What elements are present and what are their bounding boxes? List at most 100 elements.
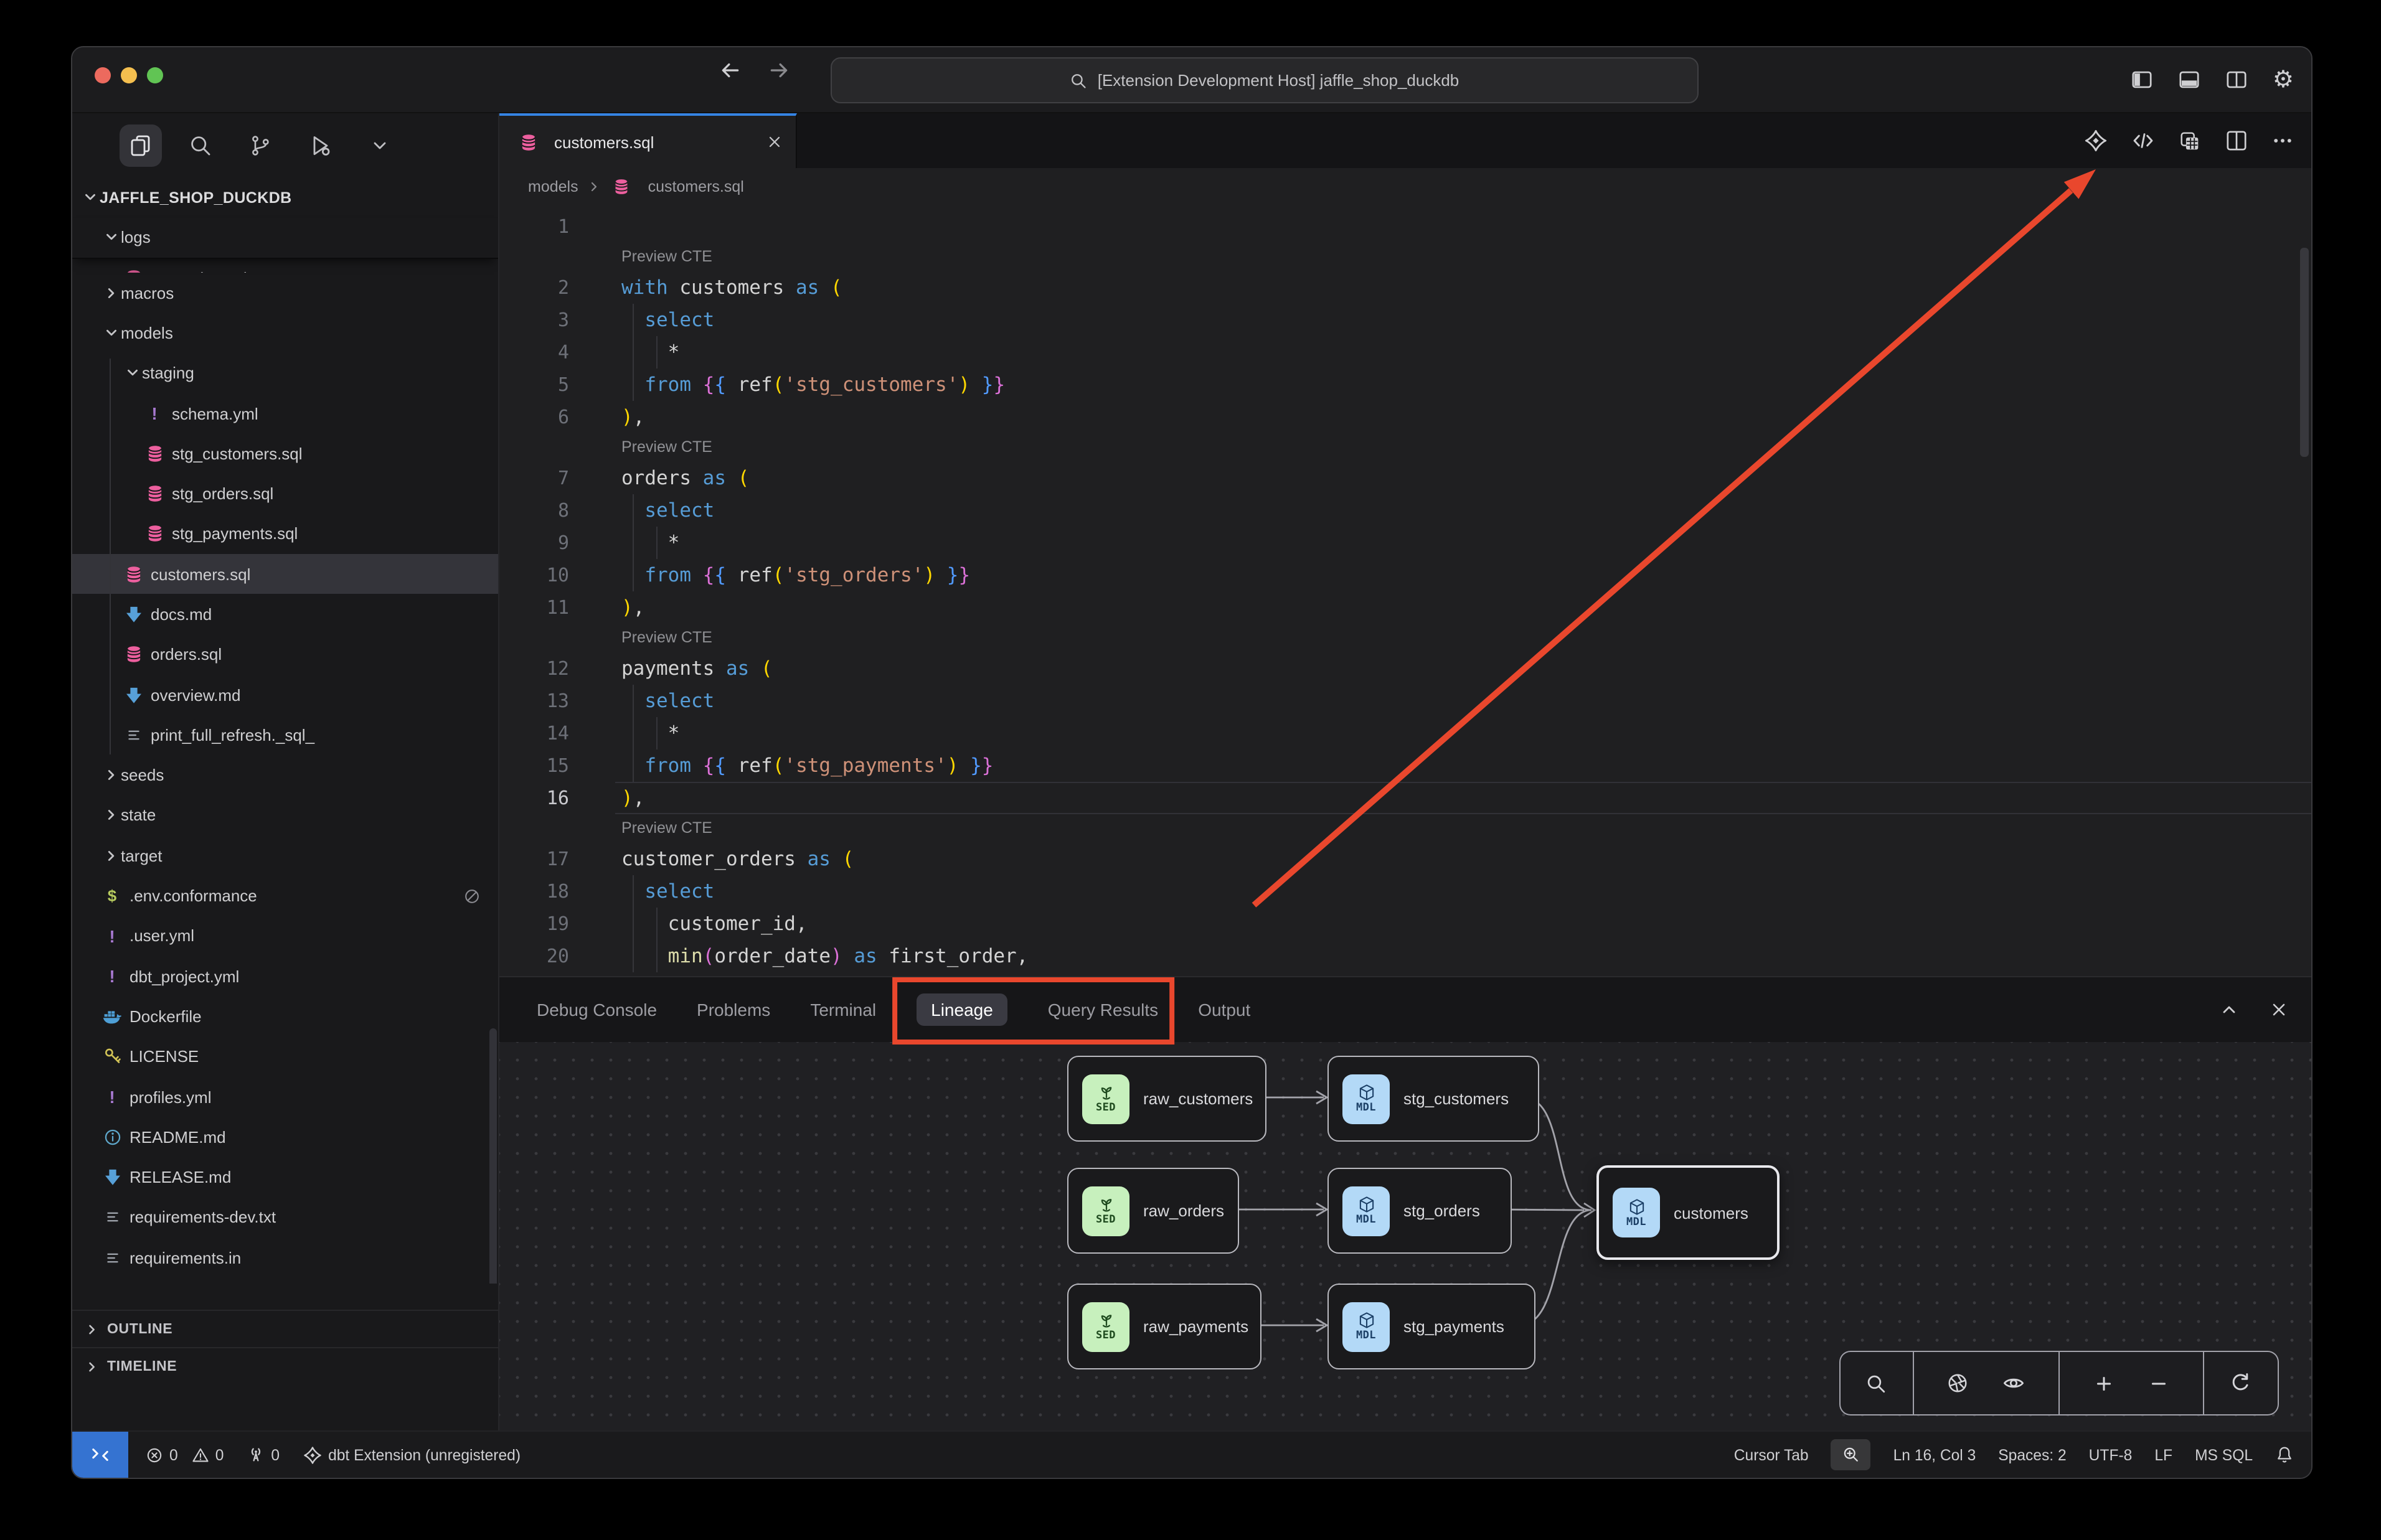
minimize-window-button[interactable] (121, 67, 137, 83)
lineage-zoom-out-icon[interactable] (2148, 1373, 2169, 1394)
notifications-bell-icon[interactable] (2275, 1445, 2294, 1464)
code-line-13[interactable]: 13 select (499, 685, 2311, 717)
code-line-12[interactable]: 12payments as ( (499, 652, 2311, 685)
lineage-eye-icon[interactable] (2002, 1372, 2025, 1394)
code-line-2[interactable]: 2with customers as ( (499, 271, 2311, 304)
lineage-search-icon[interactable] (1866, 1373, 1887, 1394)
back-arrow-icon[interactable] (720, 60, 741, 81)
panel-tab-problems[interactable]: Problems (697, 1000, 770, 1020)
code-line-19[interactable]: 19 customer_id, (499, 908, 2311, 940)
toggle-sidebar-icon[interactable] (2131, 68, 2153, 91)
lineage-canvas[interactable]: SEDraw_customersMDLstg_customersSEDraw_o… (499, 1042, 2311, 1430)
split-editor-icon[interactable] (2225, 129, 2248, 152)
command-center-search[interactable]: [Extension Development Host] jaffle_shop… (831, 57, 1699, 103)
tree-item-staging[interactable]: staging (72, 353, 498, 393)
breadcrumb-folder[interactable]: models (528, 178, 578, 195)
tree-item-requirements-in[interactable]: requirements.in (72, 1237, 498, 1278)
tree-item-query-log-sql[interactable]: query_log.sql (72, 259, 498, 273)
tab-customers-sql[interactable]: customers.sql (499, 113, 797, 168)
codelens-preview-cte[interactable]: Preview CTE (499, 624, 2311, 652)
lineage-aperture-icon[interactable] (1946, 1372, 1969, 1394)
close-window-button[interactable] (95, 67, 111, 83)
code-line-8[interactable]: 8 select (499, 494, 2311, 527)
settings-gear-icon[interactable]: ⚙ (2273, 68, 2294, 92)
code-line-5[interactable]: 5 from {{ ref('stg_customers') }} (499, 369, 2311, 401)
code-line-4[interactable]: 4 * (499, 336, 2311, 369)
search-sidebar-icon[interactable] (179, 124, 222, 167)
tree-item-overview-md[interactable]: overview.md (72, 675, 498, 715)
remote-indicator[interactable] (72, 1432, 128, 1478)
code-line-16[interactable]: 16), (499, 782, 2311, 814)
tree-item-profiles-yml[interactable]: !profiles.yml (72, 1077, 498, 1117)
dbt-extension-icon[interactable] (2083, 128, 2108, 153)
eol-status[interactable]: LF (2154, 1446, 2172, 1463)
tree-item-stg-payments-sql[interactable]: stg_payments.sql (72, 514, 498, 555)
tree-item-requirements-txt[interactable]: requirements.txt (72, 1278, 498, 1284)
tree-item-stg-orders-sql[interactable]: stg_orders.sql (72, 474, 498, 514)
breadcrumb[interactable]: models customers.sql (499, 168, 2311, 205)
tree-item-requirements-dev-txt[interactable]: requirements-dev.txt (72, 1198, 498, 1238)
dbt-extension-status[interactable]: dbt Extension (unregistered) (302, 1445, 521, 1465)
code-line-20[interactable]: 20 min(order_date) as first_order, (499, 940, 2311, 972)
panel-maximize-chevron-icon[interactable] (2219, 1000, 2239, 1020)
tree-item-release-md[interactable]: RELEASE.md (72, 1157, 498, 1198)
query-preview-icon[interactable] (2178, 129, 2202, 153)
panel-tab-lineage[interactable]: Lineage (916, 993, 1008, 1026)
code-line-14[interactable]: 14 * (499, 717, 2311, 749)
language-mode-status[interactable]: MS SQL (2195, 1446, 2253, 1463)
codelens-preview-cte[interactable]: Preview CTE (499, 433, 2311, 462)
tree-item-state[interactable]: state (72, 796, 498, 836)
zoom-indicator[interactable] (1831, 1439, 1871, 1470)
codelens-preview-cte[interactable]: Preview CTE (499, 814, 2311, 843)
tree-item-schema-yml[interactable]: !schema.yml (72, 393, 498, 434)
codelens-preview-cte[interactable]: Preview CTE (499, 243, 2311, 271)
panel-tab-debug-console[interactable]: Debug Console (537, 1000, 657, 1020)
tree-item-customers-sql[interactable]: customers.sql (72, 554, 498, 594)
code-line-9[interactable]: 9 * (499, 527, 2311, 559)
tree-item-models[interactable]: models (72, 313, 498, 354)
toggle-panel-icon[interactable] (2178, 68, 2200, 91)
tree-item-docs-md[interactable]: docs.md (72, 594, 498, 635)
lineage-refresh-icon[interactable] (2230, 1372, 2252, 1394)
cursor-tab-status[interactable]: Cursor Tab (1734, 1446, 1809, 1463)
compiled-code-icon[interactable] (2132, 129, 2154, 152)
run-debug-icon[interactable] (299, 124, 341, 167)
code-line-17[interactable]: 17customer_orders as ( (499, 843, 2311, 875)
views-chevron-down-icon[interactable] (359, 124, 401, 167)
tree-item-logs[interactable]: logs (72, 217, 498, 259)
breadcrumb-file[interactable]: customers.sql (648, 178, 744, 195)
tree-item-user-yml[interactable]: !.user.yml (72, 916, 498, 956)
outline-section[interactable]: OUTLINE (72, 1310, 498, 1347)
zoom-window-button[interactable] (147, 67, 163, 83)
code-editor[interactable]: 1Preview CTE2with customers as (3 select… (499, 205, 2311, 976)
line-col-status[interactable]: Ln 16, Col 3 (1893, 1446, 1976, 1463)
sidebar-scrollbar[interactable] (489, 1028, 497, 1284)
tree-item-macros[interactable]: macros (72, 273, 498, 313)
lineage-node-customers[interactable]: MDLcustomers (1596, 1165, 1780, 1260)
encoding-status[interactable]: UTF-8 (2089, 1446, 2133, 1463)
panel-tab-output[interactable]: Output (1198, 1000, 1250, 1020)
forward-arrow-icon[interactable] (768, 60, 790, 81)
tree-item-target[interactable]: target (72, 835, 498, 876)
close-tab-icon[interactable] (766, 133, 783, 151)
code-line-3[interactable]: 3 select (499, 304, 2311, 336)
code-line-15[interactable]: 15 from {{ ref('stg_payments') }} (499, 749, 2311, 782)
code-line-11[interactable]: 11), (499, 591, 2311, 624)
tree-item-seeds[interactable]: seeds (72, 755, 498, 796)
more-actions-icon[interactable] (2271, 129, 2294, 152)
tree-item-dbt-project-yml[interactable]: !dbt_project.yml (72, 956, 498, 997)
panel-tab-query-results[interactable]: Query Results (1048, 1000, 1158, 1020)
timeline-section[interactable]: TIMELINE (72, 1347, 498, 1384)
indentation-status[interactable]: Spaces: 2 (1998, 1446, 2066, 1463)
code-line-18[interactable]: 18 select (499, 875, 2311, 908)
lineage-node-raw-customers[interactable]: SEDraw_customers (1067, 1056, 1266, 1142)
problems-status[interactable]: 0 0 (146, 1446, 224, 1463)
lineage-node-stg-payments[interactable]: MDLstg_payments (1327, 1284, 1535, 1369)
lineage-node-raw-orders[interactable]: SEDraw_orders (1067, 1168, 1239, 1254)
panel-tab-terminal[interactable]: Terminal (810, 1000, 876, 1020)
panel-close-icon[interactable] (2269, 1000, 2289, 1020)
split-layout-icon[interactable] (2225, 68, 2248, 91)
code-line-6[interactable]: 6), (499, 401, 2311, 433)
explorer-files-icon[interactable] (120, 124, 162, 167)
lineage-node-raw-payments[interactable]: SEDraw_payments (1067, 1284, 1261, 1369)
